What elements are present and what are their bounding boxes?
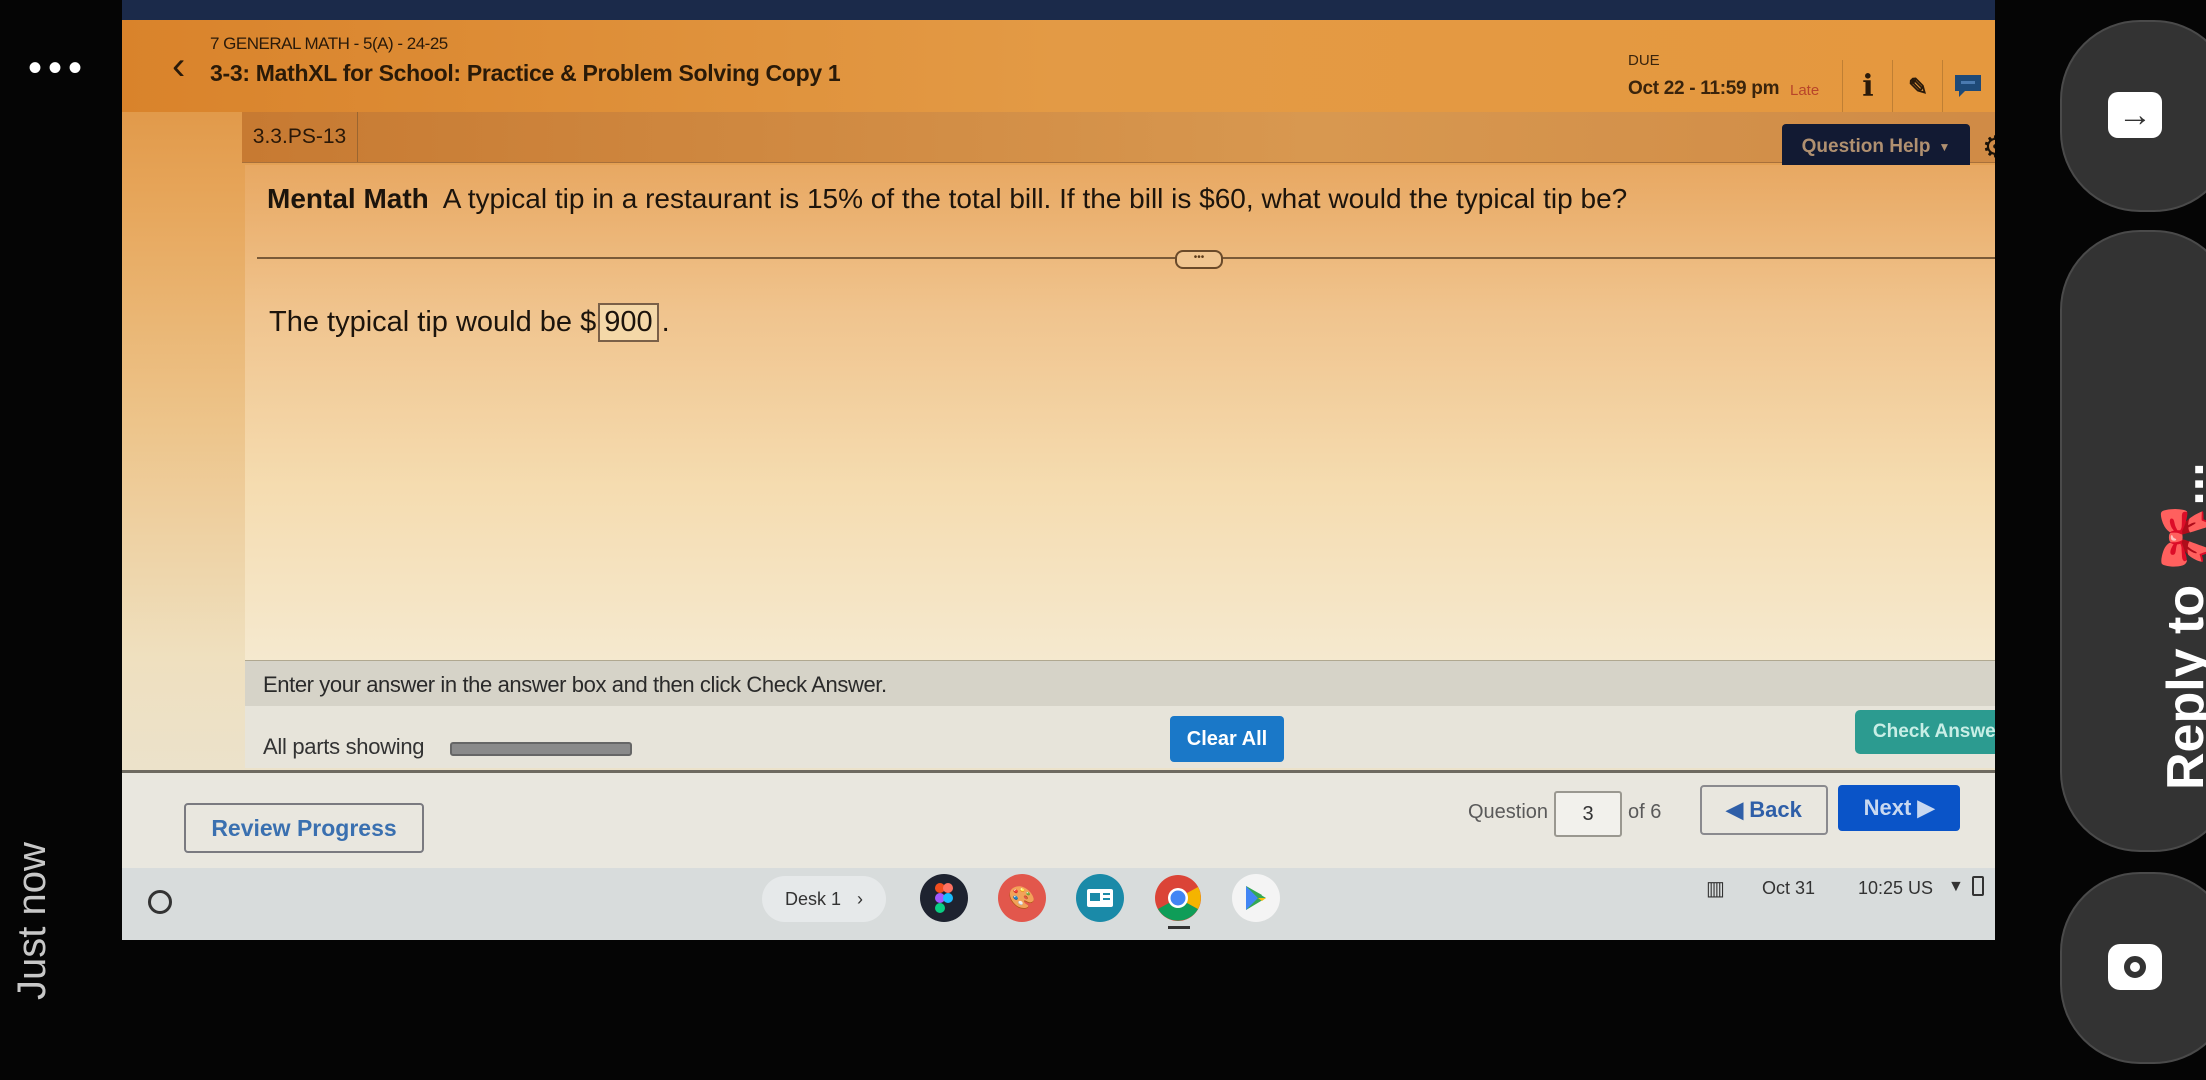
question-area: Mental Math A typical tip in a restaurant… — [245, 165, 1995, 742]
review-progress-button[interactable]: Review Progress — [184, 803, 424, 853]
holding-space-icon[interactable]: ▥ — [1706, 876, 1725, 901]
assignment-title: 3-3: MathXL for School: Practice & Probl… — [210, 60, 841, 86]
reply-placeholder: Reply to 🎀... — [2157, 462, 2206, 790]
classroom-icon[interactable] — [1076, 874, 1124, 922]
divider — [257, 257, 1995, 259]
instruction-text: Enter your answer in the answer box and … — [263, 672, 887, 697]
date-display[interactable]: Oct 31 — [1762, 878, 1815, 899]
canvas-paint-icon[interactable]: 🎨 — [998, 874, 1046, 922]
chevron-down-icon: ▼ — [1938, 140, 1951, 154]
back-button[interactable]: ◀ Back — [1700, 785, 1828, 835]
share-button[interactable]: → — [2060, 20, 2206, 212]
answer-input[interactable]: 900 — [598, 303, 659, 342]
browser-top-strip — [122, 0, 1995, 20]
course-title: 7 GENERAL MATH - 5(A) - 24-25 — [210, 34, 448, 53]
next-button[interactable]: Next ▶ — [1838, 785, 1960, 831]
laptop-screen: ‹ 7 GENERAL MATH - 5(A) - 24-25 3-3: Mat… — [122, 0, 1995, 940]
active-app-indicator — [1168, 926, 1190, 929]
problem-tab-bar: 3.3.PS-13 Question Help ▼ ⚙ — [242, 112, 1995, 170]
check-answer-button[interactable]: Check Answer — [1855, 710, 1995, 754]
launcher-icon[interactable] — [148, 890, 172, 914]
answer-prompt: The typical tip would be $ — [269, 306, 597, 338]
battery-icon — [1972, 876, 1984, 896]
wifi-icon: ▼ — [1948, 878, 1964, 895]
parts-row: All parts showing Clear All Check Answer — [245, 706, 1995, 768]
question-help-label: Question Help — [1801, 136, 1931, 157]
due-label: DUE — [1628, 52, 1660, 69]
timestamp: Just now — [10, 842, 54, 1000]
clear-all-button[interactable]: Clear All — [1170, 716, 1284, 762]
parts-progress-bar — [450, 742, 632, 756]
more-options-icon[interactable]: ••• — [28, 48, 88, 88]
problem-id-tab[interactable]: 3.3.PS-13 — [242, 112, 358, 162]
question-total: of 6 — [1628, 801, 1662, 823]
figma-icon[interactable] — [920, 874, 968, 922]
play-store-icon[interactable] — [1232, 874, 1280, 922]
answer-line: The typical tip would be $ 900 . — [269, 303, 670, 342]
chevron-right-icon: › — [857, 888, 864, 909]
chrome-icon[interactable] — [1154, 874, 1202, 922]
expand-more-button[interactable]: ••• — [1175, 250, 1223, 269]
message-icon[interactable] — [1942, 60, 1993, 112]
camera-icon — [2108, 944, 2162, 990]
question-label: Question — [1468, 801, 1549, 823]
assignment-header: ‹ 7 GENERAL MATH - 5(A) - 24-25 3-3: Mat… — [122, 20, 1995, 112]
os-shelf: Desk 1 › 🎨 ▥ Oct 31 10:25 US ▼ — [122, 868, 1995, 940]
pencil-icon[interactable]: ✎ — [1892, 60, 1943, 112]
gear-icon[interactable]: ⚙ — [1982, 130, 1995, 165]
parts-label: All parts showing — [263, 734, 425, 759]
late-badge: Late — [1790, 82, 1820, 99]
question-text: Mental Math A typical tip in a restaurant… — [267, 183, 1627, 215]
camera-button[interactable] — [2060, 872, 2206, 1064]
question-prefix: Mental Math — [267, 183, 429, 214]
desk-label: Desk 1 — [784, 888, 842, 909]
time-display[interactable]: 10:25 US — [1858, 878, 1933, 899]
info-icon[interactable]: i — [1842, 60, 1893, 112]
question-number-input[interactable]: 3 — [1554, 791, 1622, 837]
answer-suffix: . — [661, 306, 670, 338]
instruction-bar: Enter your answer in the answer box and … — [245, 660, 1995, 707]
back-chevron-icon[interactable]: ‹ — [172, 46, 185, 86]
question-help-button[interactable]: Question Help ▼ — [1782, 124, 1970, 170]
footer: Review Progress Question 3 of 6 ◀ Back N… — [122, 773, 1995, 868]
question-body: A typical tip in a restaurant is 15% of … — [442, 183, 1628, 214]
desk-switcher[interactable]: Desk 1 › — [762, 876, 886, 922]
due-date: Oct 22 - 11:59 pm — [1628, 78, 1780, 99]
share-arrow-icon: → — [2108, 92, 2162, 138]
